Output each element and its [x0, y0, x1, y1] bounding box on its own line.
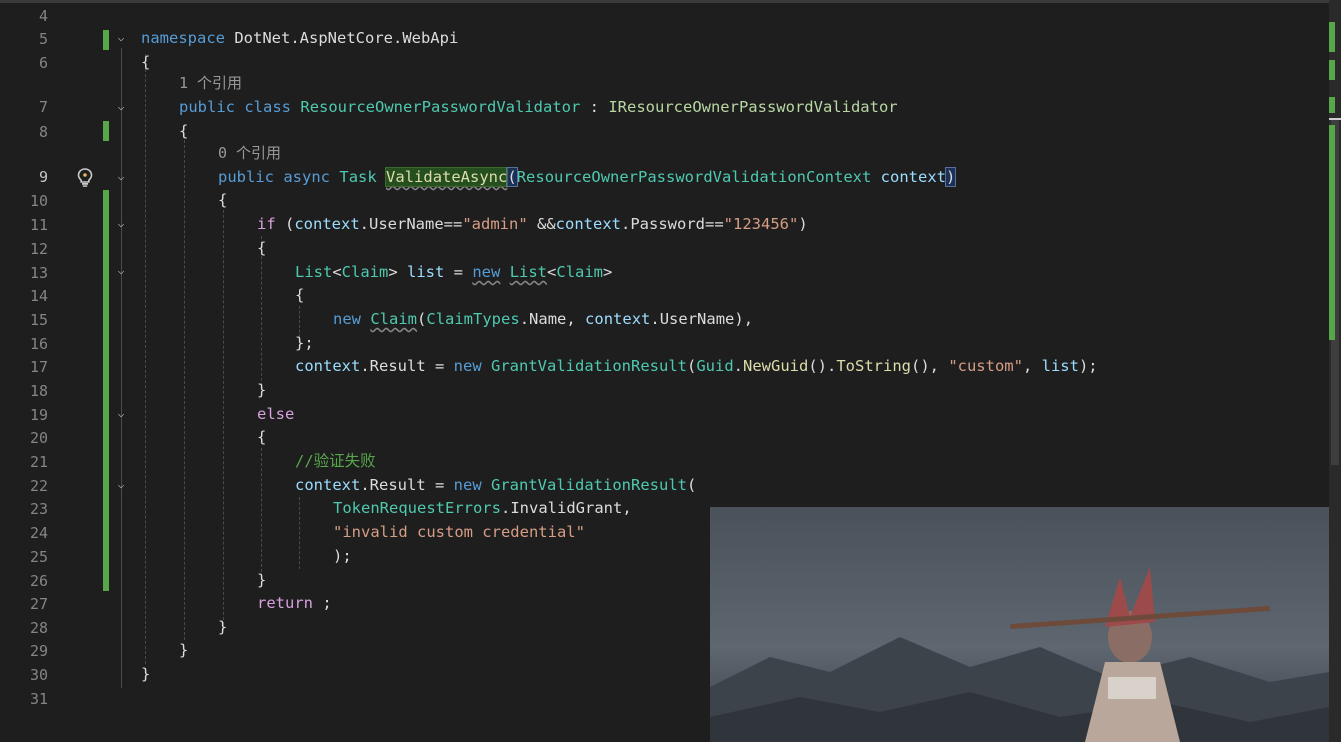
namespace-name: DotNet.AspNetCore.WebApi	[234, 29, 459, 47]
if-keyword: if	[257, 215, 276, 233]
class-keyword: class	[244, 98, 292, 116]
code-line: if (context.UserName=="admin" &&context.…	[257, 215, 808, 233]
colon: :	[580, 98, 609, 116]
code-line: context.Result = new GrantValidationResu…	[295, 357, 1098, 375]
list-var: list	[1041, 357, 1079, 375]
result-prop: Result	[369, 476, 426, 494]
class-name: ResourceOwnerPasswordValidator	[300, 98, 581, 116]
code-line: {	[218, 191, 228, 209]
return-keyword: return	[257, 594, 313, 612]
claim-type: Claim	[370, 310, 418, 328]
invalid-grant: InvalidGrant	[510, 499, 623, 517]
string-literal: "invalid custom credential"	[333, 523, 585, 541]
context-param: context	[555, 215, 621, 233]
background-wallpaper-image	[710, 507, 1329, 742]
scrollbar-change-marker	[1329, 125, 1335, 340]
newguid-method: NewGuid	[743, 357, 809, 375]
grant-result-type: GrantValidationResult	[491, 357, 687, 375]
code-line-current: public async Task ValidateAsync(Resource…	[0, 166, 1320, 188]
list-type: List	[295, 263, 333, 281]
claimtypes: ClaimTypes	[426, 310, 520, 328]
public-keyword: public	[179, 98, 235, 116]
code-line: {	[295, 286, 305, 304]
string-literal: "admin"	[462, 215, 528, 233]
codelens-references[interactable]: 0 个引用	[218, 144, 281, 162]
new-keyword: new	[453, 476, 482, 494]
token-errors-type: TokenRequestErrors	[333, 499, 501, 517]
scrollbar-change-marker	[1329, 22, 1335, 52]
namespace-keyword: namespace	[141, 29, 225, 47]
string-literal: "custom"	[948, 357, 1023, 375]
async-keyword: async	[283, 168, 331, 186]
task-type: Task	[339, 168, 377, 186]
username-prop: UserName	[659, 310, 735, 328]
scrollbar-change-marker	[1329, 60, 1335, 80]
context-param: context	[585, 310, 651, 328]
context-param: context	[295, 476, 361, 494]
name-prop: Name	[529, 310, 567, 328]
codelens-line: 1 个引用	[0, 72, 1320, 94]
code-line: public class ResourceOwnerPasswordValida…	[0, 96, 1320, 118]
new-keyword: new	[472, 263, 501, 281]
codelens-line: 0 个引用	[0, 142, 1320, 164]
tostring-method: ToString	[836, 357, 911, 375]
result-prop: Result	[369, 357, 426, 375]
context-param: context	[295, 357, 361, 375]
claim-type: Claim	[341, 263, 389, 281]
codelens-references[interactable]: 1 个引用	[179, 74, 242, 92]
line-number: 4	[38, 7, 48, 25]
claim-type: Claim	[556, 263, 604, 281]
code-line: //验证失败	[0, 450, 1320, 472]
guid-type: Guid	[696, 357, 734, 375]
list-type: List	[509, 263, 548, 281]
code-line: {	[179, 122, 189, 140]
code-line: context.Result = new GrantValidationResu…	[295, 476, 697, 494]
line-number: 31	[29, 690, 48, 708]
list-var: list	[407, 263, 445, 281]
code-line: else	[0, 403, 1320, 425]
else-keyword: else	[257, 405, 295, 423]
code-line: new Claim(ClaimTypes.Name, context.UserN…	[333, 310, 754, 328]
code-line: {	[257, 239, 267, 257]
scrollbar-caret-marker	[1329, 118, 1341, 120]
public-keyword: public	[218, 168, 274, 186]
username-prop: UserName	[369, 215, 444, 233]
close-paren: )	[944, 167, 957, 187]
code-line: }	[257, 381, 267, 399]
scrollbar-change-marker	[1329, 97, 1335, 113]
comment: //验证失败	[295, 452, 376, 470]
context-param: context	[294, 215, 360, 233]
context-type: ResourceOwnerPasswordValidationContext	[516, 168, 872, 186]
grant-result-type: GrantValidationResult	[491, 476, 687, 494]
string-literal: "123456"	[723, 215, 799, 233]
interface-name: IResourceOwnerPasswordValidator	[608, 98, 898, 116]
method-name[interactable]: ValidateAsync	[385, 167, 509, 187]
open-paren: (	[506, 167, 518, 187]
password-prop: Password	[630, 215, 705, 233]
context-param: context	[880, 168, 946, 186]
code-line: List<Claim> list = new List<Claim>	[295, 263, 613, 281]
code-line: {	[257, 428, 267, 446]
code-line: namespace DotNet.AspNetCore.WebApi	[0, 27, 1320, 49]
new-keyword: new	[453, 357, 482, 375]
code-line: };	[295, 334, 314, 352]
code-line: {	[141, 53, 151, 71]
new-keyword: new	[333, 310, 361, 328]
